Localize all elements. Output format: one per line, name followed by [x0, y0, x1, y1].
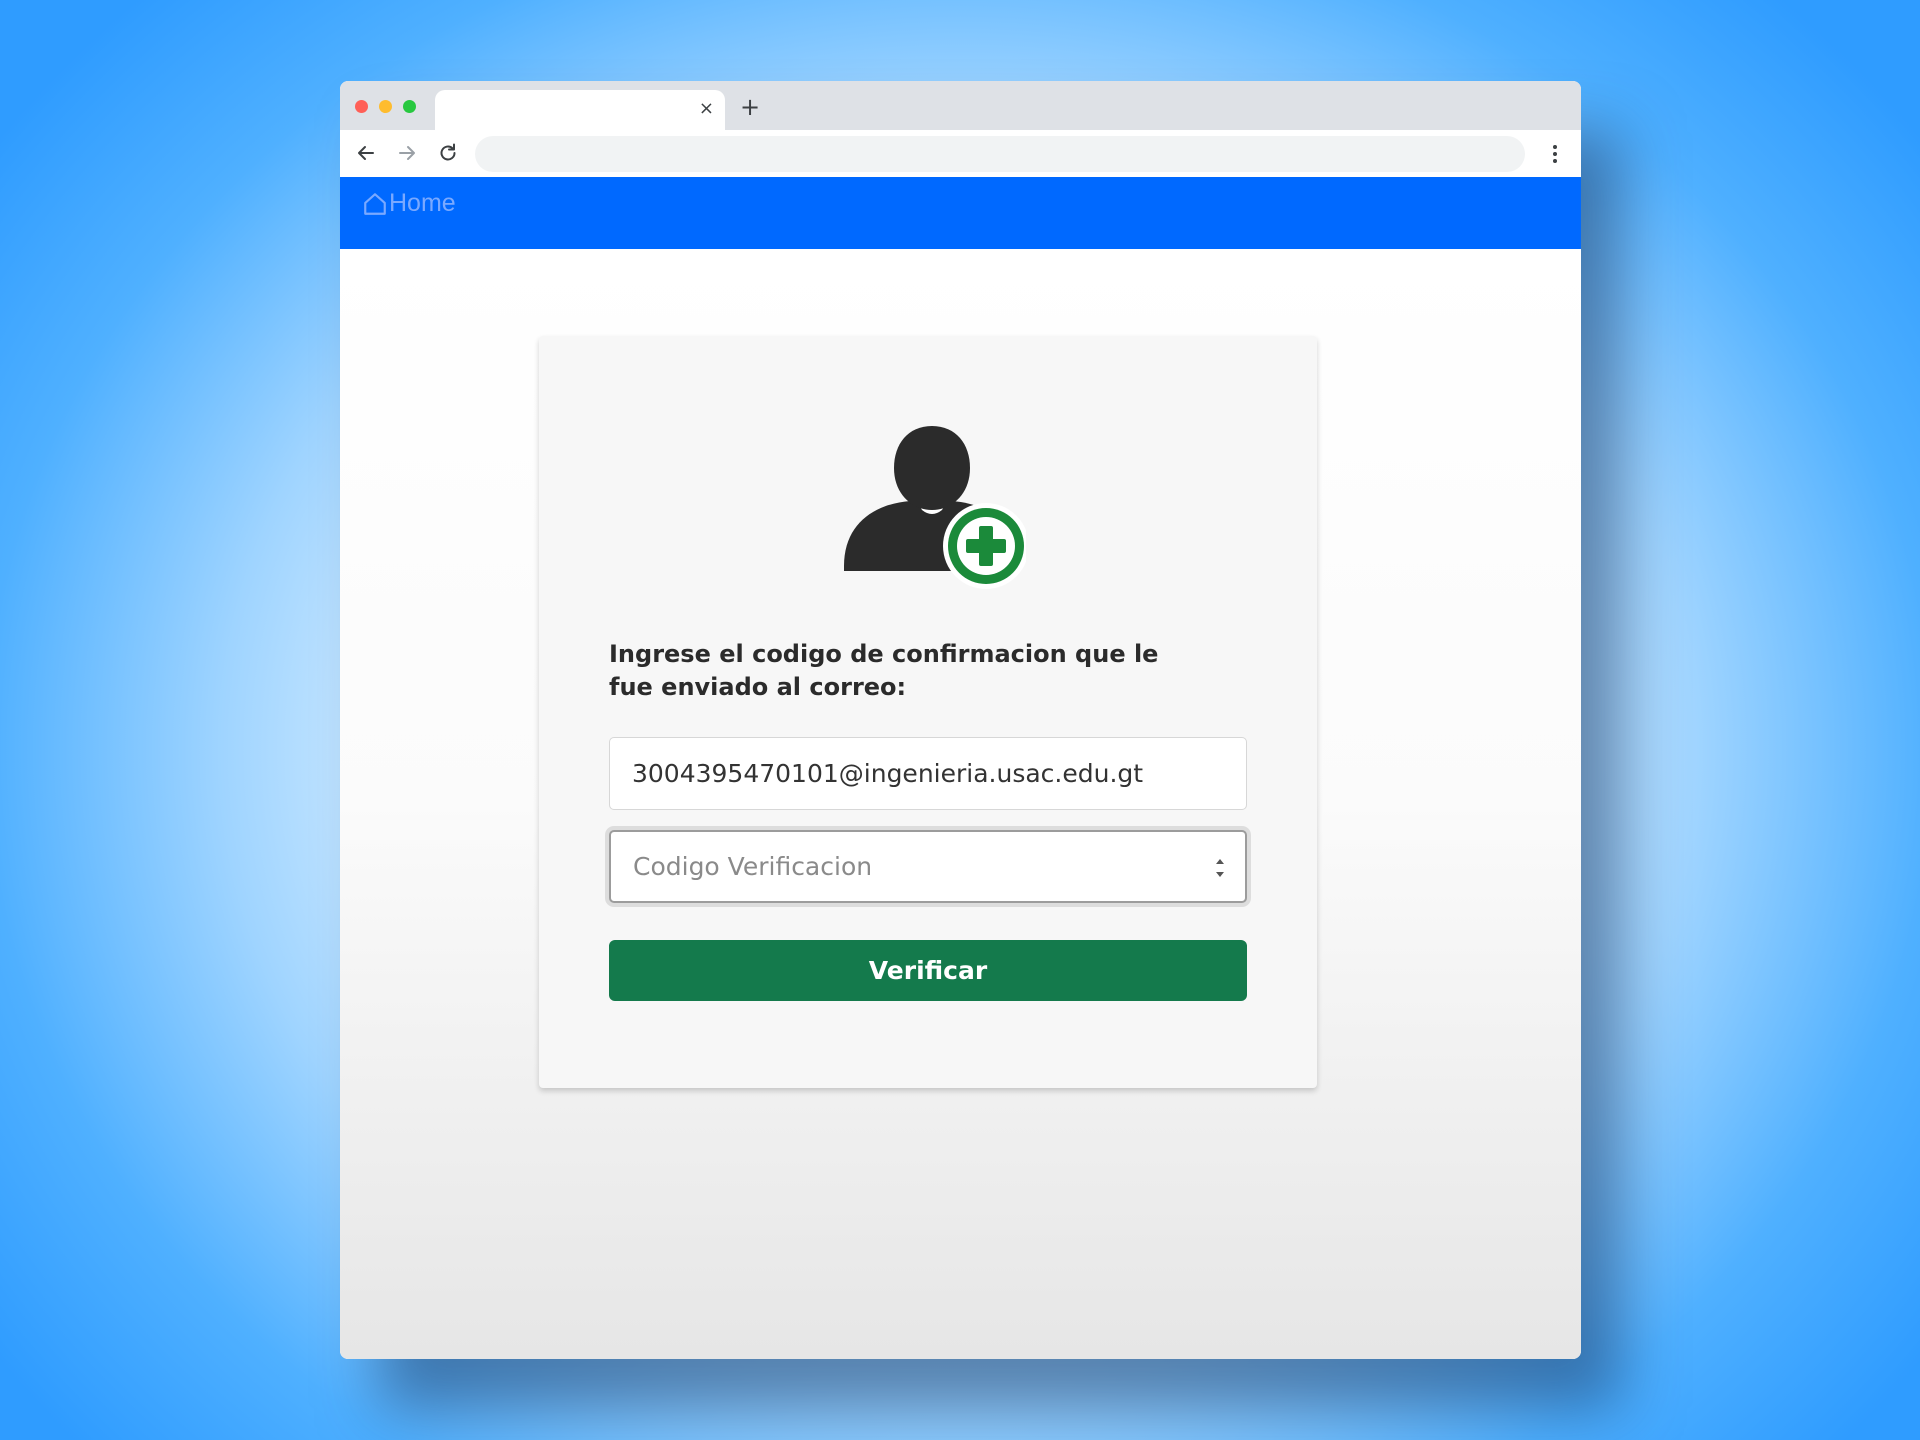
tab-close-icon[interactable]: × — [699, 98, 714, 120]
home-link[interactable]: Home — [362, 189, 456, 218]
minimize-window-button[interactable] — [379, 100, 392, 113]
home-link-label: Home — [389, 189, 456, 217]
verification-card: Ingrese el codigo de confirmacion que le… — [539, 336, 1317, 1088]
verification-code-placeholder: Codigo Verificacion — [633, 852, 873, 881]
reload-icon[interactable] — [436, 141, 460, 165]
more-menu-icon[interactable] — [1543, 142, 1567, 166]
maximize-window-button[interactable] — [403, 100, 416, 113]
back-arrow-icon[interactable] — [354, 141, 378, 165]
new-tab-button[interactable]: + — [740, 95, 760, 119]
verification-code-input[interactable]: Codigo Verificacion — [609, 830, 1247, 903]
home-icon — [364, 192, 386, 215]
page-content: Ingrese el codigo de confirmacion que le… — [340, 249, 1581, 1359]
number-spinner-icon[interactable] — [1213, 853, 1227, 883]
close-window-button[interactable] — [355, 100, 368, 113]
browser-toolbar — [340, 130, 1581, 177]
verify-button[interactable]: Verificar — [609, 940, 1247, 1001]
site-navbar: Home — [340, 177, 1581, 249]
forward-arrow-icon[interactable] — [395, 141, 419, 165]
address-bar[interactable] — [475, 136, 1525, 172]
confirmation-prompt: Ingrese el codigo de confirmacion que le… — [609, 640, 1159, 701]
user-add-icon — [844, 426, 1026, 589]
browser-tab[interactable]: × — [435, 90, 725, 130]
tab-strip: × + — [340, 81, 1581, 130]
verify-button-label: Verificar — [868, 956, 988, 985]
browser-window: × + Home Ingrese el codigo de confirmaci… — [340, 81, 1581, 1359]
email-field[interactable]: 3004395470101@ingenieria.usac.edu.gt — [609, 737, 1247, 810]
email-value: 3004395470101@ingenieria.usac.edu.gt — [632, 759, 1144, 788]
